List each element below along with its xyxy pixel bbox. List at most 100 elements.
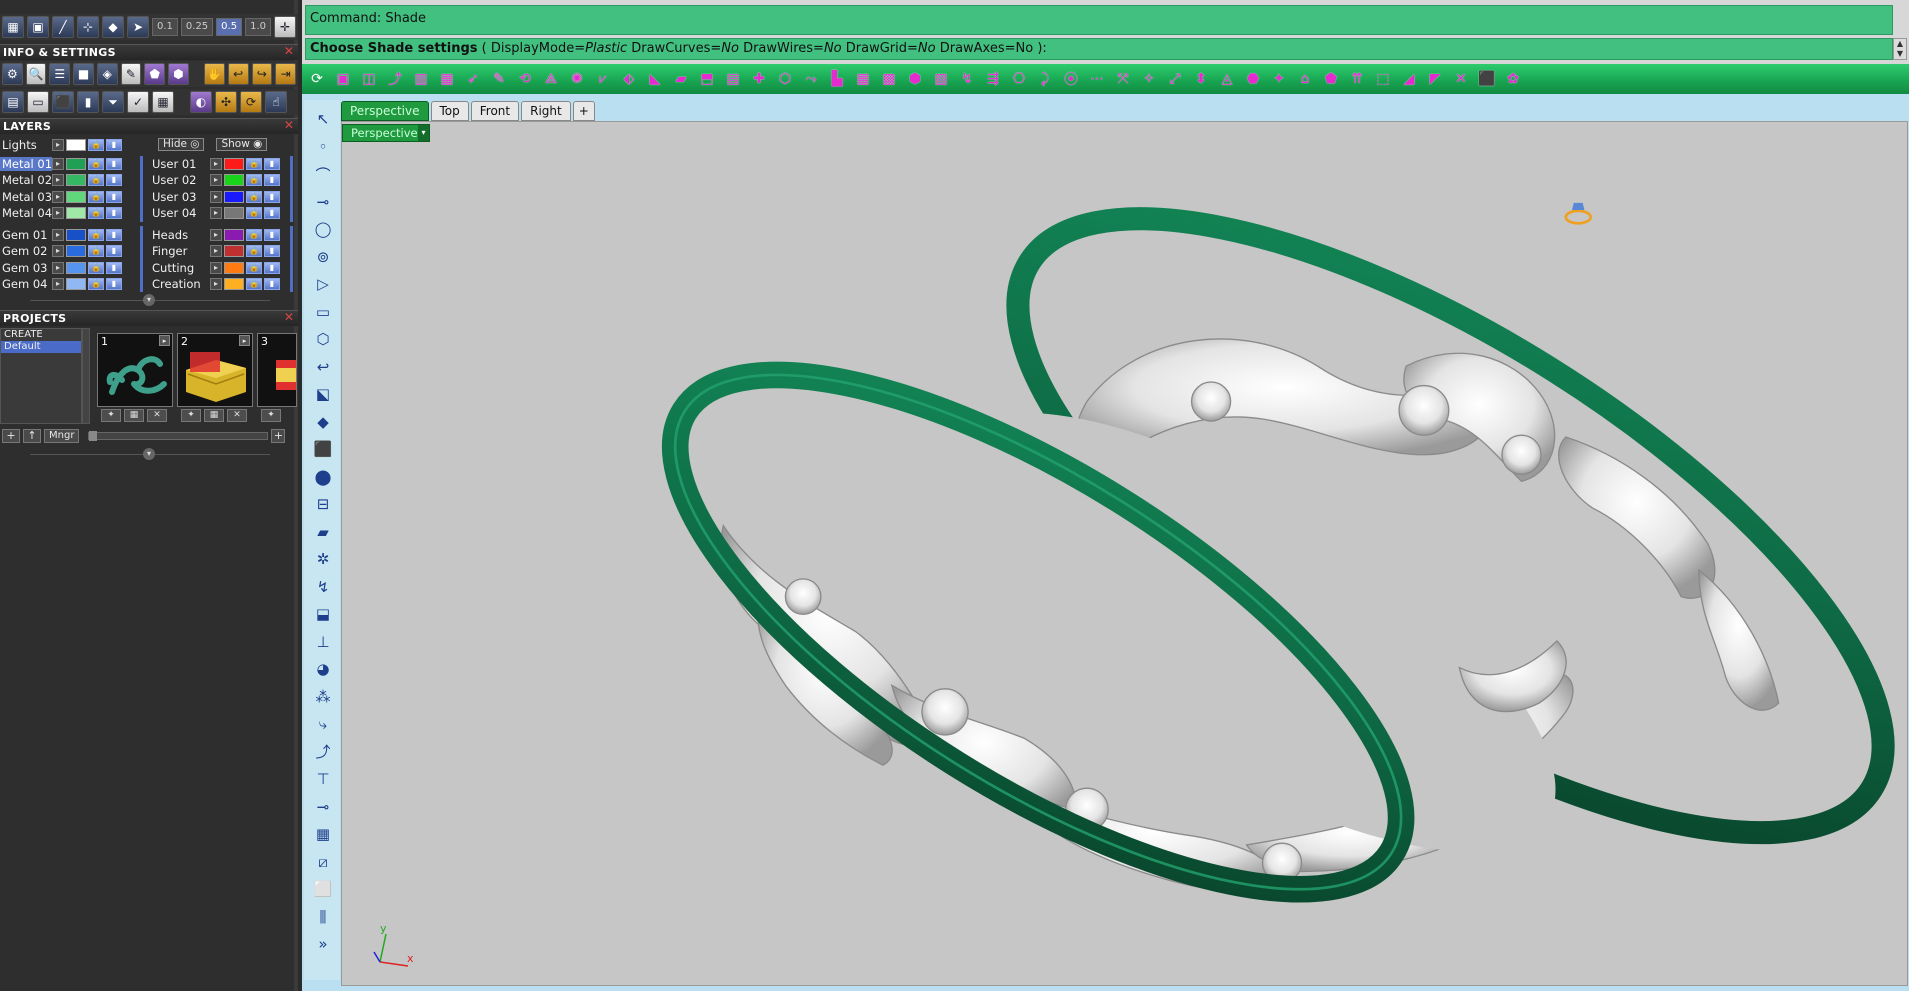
toolbar-tool-34-icon[interactable]: ⤢ bbox=[1164, 68, 1186, 90]
toolbar-tool-1-icon[interactable]: ⟳ bbox=[306, 68, 328, 90]
side-tool-6-icon[interactable]: ⊚ bbox=[312, 246, 334, 268]
play-icon[interactable]: ▸ bbox=[159, 335, 170, 346]
zoom-0-25[interactable]: 0.25 bbox=[180, 18, 214, 36]
zoom-0-1[interactable]: 0.1 bbox=[152, 18, 178, 36]
layer-name[interactable]: Metal 04 bbox=[0, 206, 52, 220]
side-tool-13-icon[interactable]: ⬛ bbox=[312, 438, 334, 460]
toolbar-tool-17-icon[interactable]: ▤ bbox=[722, 68, 744, 90]
toolbar-tool-31-icon[interactable]: ⋯ bbox=[1086, 68, 1108, 90]
side-tool-26-icon[interactable]: ⊸ bbox=[312, 796, 334, 818]
layer-name[interactable]: Gem 03 bbox=[0, 261, 52, 275]
expand-icon[interactable]: ▸ bbox=[210, 228, 222, 241]
magnifier-icon[interactable]: 🔍 bbox=[25, 63, 47, 85]
pointer-icon[interactable]: ☝ bbox=[265, 91, 287, 113]
toolbar-tool-22-icon[interactable]: ▦ bbox=[852, 68, 874, 90]
export-icon[interactable]: ⇥ bbox=[275, 63, 296, 85]
project-thumb-3[interactable]: 3 bbox=[257, 333, 297, 407]
delete-icon[interactable]: ✕ bbox=[227, 409, 247, 422]
side-tool-23-icon[interactable]: ⤷ bbox=[312, 713, 334, 735]
diamond-icon[interactable]: ◆ bbox=[102, 16, 124, 38]
visible-icon[interactable]: ▮ bbox=[106, 228, 122, 241]
toolbar-tool-25-icon[interactable]: ▧ bbox=[930, 68, 952, 90]
toolbar-tool-8-icon[interactable]: ✎ bbox=[488, 68, 510, 90]
expand-icon[interactable]: ▸ bbox=[210, 174, 222, 186]
visible-icon[interactable]: ▮ bbox=[106, 245, 122, 257]
expand-icon[interactable]: ▸ bbox=[210, 278, 222, 290]
layer-row[interactable]: Gem 01 ▸ 🔒 ▮ bbox=[0, 227, 122, 242]
layer-name[interactable]: User 02 bbox=[150, 173, 210, 187]
layer-color-swatch[interactable] bbox=[224, 245, 244, 257]
lock-icon[interactable]: 🔒 bbox=[88, 228, 104, 241]
zoom-0-5[interactable]: 0.5 bbox=[216, 18, 243, 36]
visible-icon[interactable]: ▮ bbox=[264, 207, 280, 219]
toolbar-tool-16-icon[interactable]: ⬒ bbox=[696, 68, 718, 90]
layer-row[interactable]: User 01 ▸ 🔒 ▮ bbox=[150, 156, 280, 171]
lock-icon[interactable]: 🔒 bbox=[88, 157, 104, 170]
settings-icon[interactable]: ⚙ bbox=[2, 63, 23, 85]
side-tool-10-icon[interactable]: ↩ bbox=[312, 356, 334, 378]
toolbar-tool-4-icon[interactable]: ⤴ bbox=[384, 68, 406, 90]
add-icon[interactable]: + bbox=[271, 429, 286, 443]
expand-icon[interactable]: ▸ bbox=[52, 207, 64, 219]
toolbar-tool-11-icon[interactable]: ✺ bbox=[566, 68, 588, 90]
layer-name[interactable]: Metal 02 bbox=[0, 173, 52, 187]
lock-icon[interactable]: 🔒 bbox=[246, 190, 262, 203]
toolbar-tool-7-icon[interactable]: ➶ bbox=[462, 68, 484, 90]
layer-color-swatch[interactable] bbox=[224, 278, 244, 290]
toolbar-tool-35-icon[interactable]: ⬍ bbox=[1190, 68, 1212, 90]
toolbar-tool-20-icon[interactable]: ⤳ bbox=[800, 68, 822, 90]
toolbar-tool-44-icon[interactable]: ◤ bbox=[1424, 68, 1446, 90]
layer-color-swatch[interactable] bbox=[224, 157, 244, 170]
expand-icon[interactable]: ▸ bbox=[52, 245, 64, 257]
loop-right-icon[interactable]: ↪ bbox=[251, 63, 273, 85]
toolbar-tool-19-icon[interactable]: ⬡ bbox=[774, 68, 796, 90]
layout-icon[interactable]: ▤ bbox=[2, 91, 24, 113]
side-tool-29-icon[interactable]: ⬜ bbox=[312, 878, 334, 900]
lock-icon[interactable]: 🔒 bbox=[88, 261, 104, 274]
lock-icon[interactable]: 🔒 bbox=[88, 138, 104, 151]
expand-icon[interactable]: ▸ bbox=[52, 190, 64, 203]
play-icon[interactable]: ▸ bbox=[239, 335, 250, 346]
layer-name[interactable]: Metal 01 bbox=[0, 156, 52, 171]
close-icon[interactable]: ✕ bbox=[283, 311, 295, 324]
expand-icon[interactable]: ▸ bbox=[210, 261, 222, 274]
pin-icon[interactable]: ✦ bbox=[181, 409, 201, 422]
toolbar-tool-13-icon[interactable]: ⬖ bbox=[618, 68, 640, 90]
layer-row[interactable]: Metal 04 ▸ 🔒 ▮ bbox=[0, 206, 122, 221]
visible-icon[interactable]: ▮ bbox=[106, 157, 122, 170]
side-tool-30-icon[interactable]: ⫼ bbox=[312, 906, 334, 928]
side-tool-22-icon[interactable]: ⁂ bbox=[312, 686, 334, 708]
layer-name[interactable]: Finger bbox=[150, 244, 210, 258]
layer-color-swatch[interactable] bbox=[66, 157, 86, 170]
layer-name[interactable]: Cutting bbox=[150, 261, 210, 275]
side-tool-19-icon[interactable]: ⬓ bbox=[312, 603, 334, 625]
visible-icon[interactable]: ▮ bbox=[264, 157, 280, 170]
lock-icon[interactable]: 🔒 bbox=[246, 278, 262, 290]
option-draw-axes[interactable]: DrawAxes=No ): bbox=[936, 41, 1047, 56]
toolbar-tool-2-icon[interactable]: ▣ bbox=[332, 68, 354, 90]
collapse-icon[interactable]: ▾ bbox=[143, 294, 155, 306]
zoom-1-0[interactable]: 1.0 bbox=[245, 18, 271, 36]
side-tool-25-icon[interactable]: ⊤ bbox=[312, 768, 334, 790]
side-tool-21-icon[interactable]: ◕ bbox=[312, 658, 334, 680]
lock-icon[interactable]: 🔒 bbox=[88, 207, 104, 219]
command-prompt[interactable]: Choose Shade settings ( DisplayMode=Plas… bbox=[305, 38, 1893, 60]
layer-color-swatch[interactable] bbox=[224, 261, 244, 274]
side-tool-27-icon[interactable]: ▦ bbox=[312, 823, 334, 845]
cursor-icon[interactable]: ➤ bbox=[127, 16, 149, 38]
visible-icon[interactable]: ▮ bbox=[264, 174, 280, 186]
expand-icon[interactable]: ▸ bbox=[52, 174, 64, 186]
visible-icon[interactable]: ▮ bbox=[106, 261, 122, 274]
visible-icon[interactable]: ▮ bbox=[264, 261, 280, 274]
side-tool-5-icon[interactable]: ◯ bbox=[312, 218, 334, 240]
layer-row[interactable]: Gem 02 ▸ 🔒 ▮ bbox=[0, 244, 122, 259]
view-ring-icon[interactable] bbox=[1564, 202, 1592, 225]
layer-color-swatch[interactable] bbox=[224, 174, 244, 186]
layer-name[interactable]: Gem 04 bbox=[0, 277, 52, 291]
visible-icon[interactable]: ▮ bbox=[106, 138, 122, 151]
layer-color-swatch[interactable] bbox=[66, 278, 86, 290]
toolbar-tool-47-icon[interactable]: ✿ bbox=[1502, 68, 1524, 90]
stack-icon[interactable]: ☰ bbox=[49, 63, 71, 85]
thumb-size-slider[interactable] bbox=[88, 431, 269, 441]
toolbar-tool-46-icon[interactable]: ⬛ bbox=[1476, 68, 1498, 90]
